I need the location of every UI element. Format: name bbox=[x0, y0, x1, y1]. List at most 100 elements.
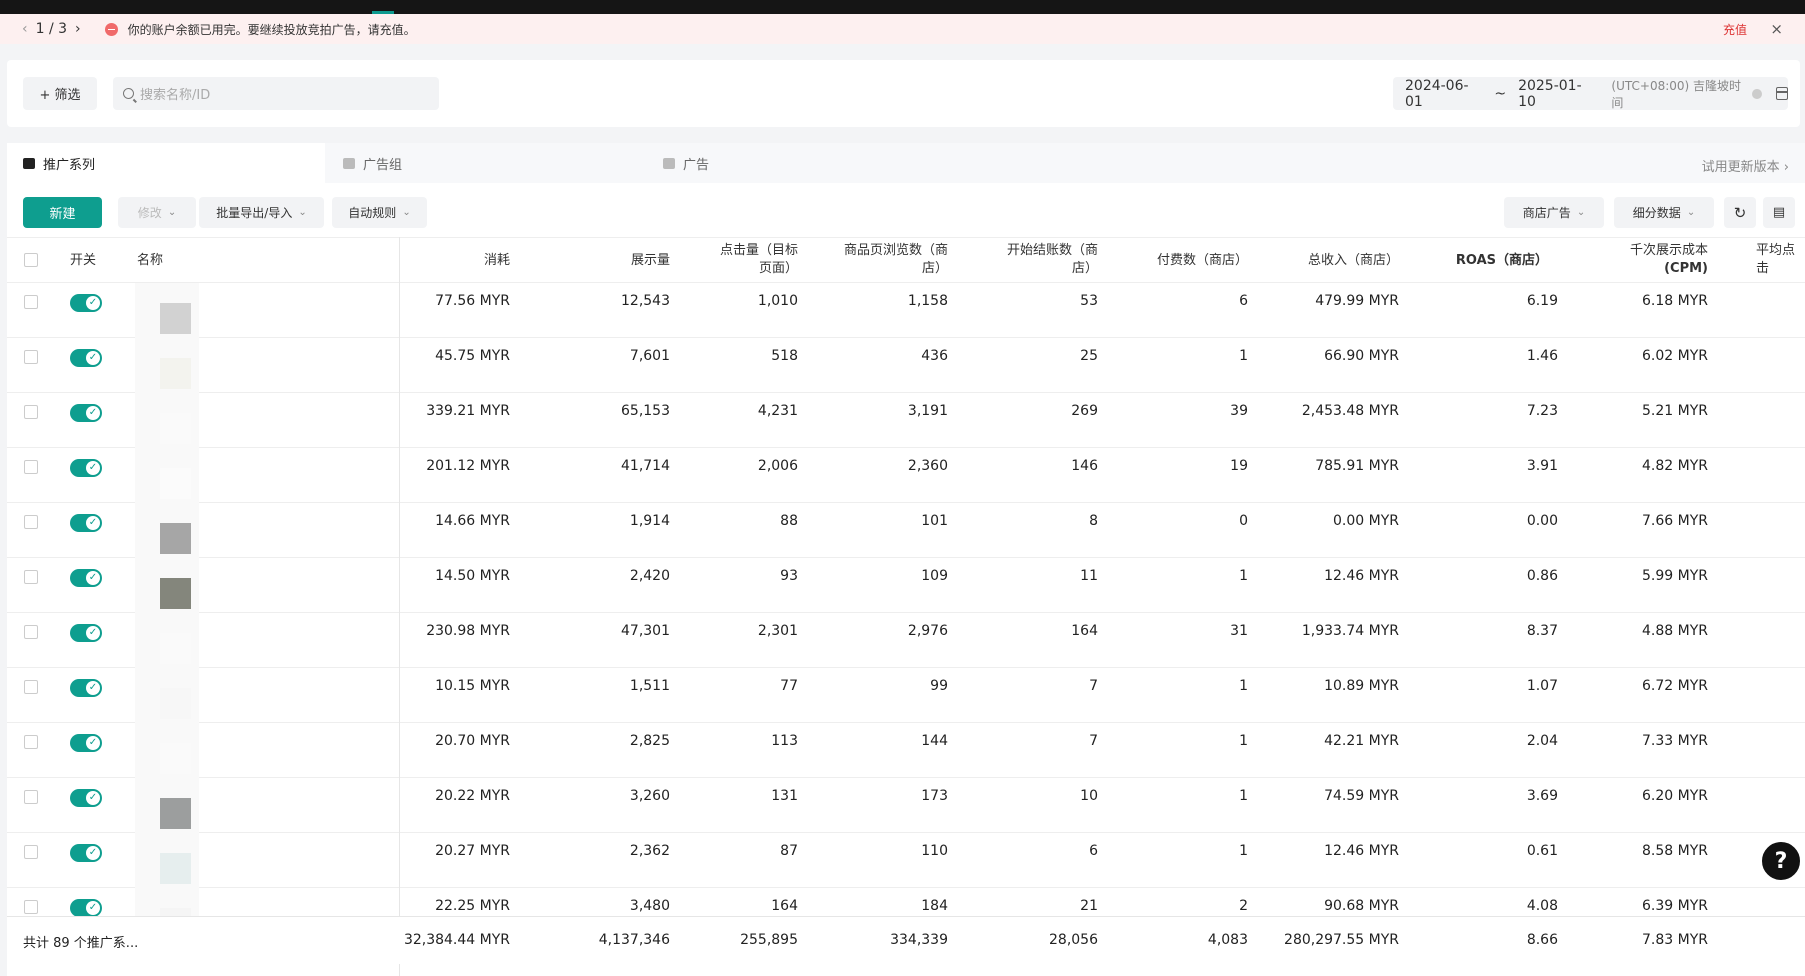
col-impressions[interactable]: 展示量 bbox=[567, 252, 670, 270]
row-checkbox[interactable] bbox=[24, 790, 38, 804]
table-row[interactable]: ✓ 77.56 MYR 12,543 1,010 1,158 53 6 479.99 MYR 6… bbox=[7, 283, 1805, 338]
tab-ads[interactable]: 广告 bbox=[647, 143, 709, 183]
table-row[interactable]: ✓ 14.66 MYR 1,914 88 101 8 0 0.00 MYR 0.00 7.66 M… bbox=[7, 503, 1805, 558]
chevron-left-icon[interactable]: ‹ bbox=[22, 21, 28, 37]
close-icon[interactable]: × bbox=[1770, 20, 1783, 38]
toggle-check-icon: ✓ bbox=[86, 296, 100, 310]
select-all-checkbox[interactable] bbox=[24, 253, 38, 267]
toggle-check-icon: ✓ bbox=[86, 406, 100, 420]
cell-cpm: 6.39 MYR bbox=[1642, 898, 1708, 914]
row-checkbox[interactable] bbox=[24, 460, 38, 474]
batch-export-import-button[interactable]: 批量导出/导入 ⌄ bbox=[199, 197, 324, 228]
help-icon[interactable]: ? bbox=[1759, 839, 1803, 883]
cell-pageviews: 99 bbox=[930, 678, 948, 694]
refresh-icon[interactable]: ↻ bbox=[1724, 197, 1756, 228]
campaign-toggle[interactable]: ✓ bbox=[70, 899, 102, 917]
cell-cpm: 5.99 MYR bbox=[1642, 568, 1708, 584]
cell-roas: 3.69 bbox=[1526, 788, 1558, 804]
tab-campaigns[interactable]: 推广系列 bbox=[7, 143, 325, 183]
cell-checkouts: 21 bbox=[1080, 898, 1098, 914]
campaign-toggle[interactable]: ✓ bbox=[70, 404, 102, 422]
tab-ad-groups[interactable]: 广告组 bbox=[327, 143, 402, 183]
start-date: 2024-06-01 bbox=[1405, 77, 1469, 110]
total-cpm: 7.83 MYR bbox=[1642, 932, 1708, 948]
campaign-toggle[interactable]: ✓ bbox=[70, 514, 102, 532]
campaign-toggle[interactable]: ✓ bbox=[70, 294, 102, 312]
date-range-picker[interactable]: 2024-06-01 ~ 2025-01-10 (UTC+08:00) 吉隆坡时… bbox=[1393, 77, 1788, 110]
auto-rules-button[interactable]: 自动规则 ⌄ bbox=[332, 197, 427, 228]
table-footer-totals: 共计 89 个推广系... 32,384.44 MYR 4,137,346 25… bbox=[7, 916, 1805, 964]
breakdown-select[interactable]: 细分数据 ⌄ bbox=[1614, 197, 1714, 228]
row-checkbox[interactable] bbox=[24, 570, 38, 584]
campaign-toggle[interactable]: ✓ bbox=[70, 459, 102, 477]
col-payments[interactable]: 付费数（商店） bbox=[1107, 252, 1248, 270]
row-checkbox[interactable] bbox=[24, 900, 38, 914]
try-new-version-link[interactable]: 试用更新版本 › bbox=[1702, 156, 1789, 175]
shop-ads-select[interactable]: 商店广告 ⌄ bbox=[1504, 197, 1604, 228]
row-checkbox[interactable] bbox=[24, 735, 38, 749]
tab-label: 广告组 bbox=[363, 157, 403, 173]
total-impressions: 4,137,346 bbox=[598, 932, 670, 948]
cell-spend: 20.70 MYR bbox=[435, 733, 510, 749]
row-checkbox[interactable] bbox=[24, 350, 38, 364]
info-icon[interactable] bbox=[1752, 88, 1762, 99]
cell-impressions: 1,511 bbox=[629, 678, 670, 694]
table-row[interactable]: ✓ 20.22 MYR 3,260 131 173 10 1 74.59 MYR 3.69 6.2… bbox=[7, 778, 1805, 833]
col-name[interactable]: 名称 bbox=[137, 252, 163, 270]
search-input[interactable]: 搜索名称/ID bbox=[113, 77, 439, 110]
tab-label: 广告 bbox=[683, 157, 710, 173]
recharge-link[interactable]: 充值 bbox=[1723, 21, 1747, 38]
col-spend[interactable]: 消耗 bbox=[407, 252, 510, 270]
row-checkbox[interactable] bbox=[24, 845, 38, 859]
table-row[interactable]: ✓ 14.50 MYR 2,420 93 109 11 1 12.46 MYR 0.86 5.99… bbox=[7, 558, 1805, 613]
chevron-right-icon[interactable]: › bbox=[75, 21, 81, 37]
table-row[interactable]: ✓ 20.27 MYR 2,362 87 110 6 1 12.46 MYR 0.61 8.58 … bbox=[7, 833, 1805, 888]
add-filter-button[interactable]: + 筛选 bbox=[23, 77, 97, 110]
col-cpm[interactable]: 千次展示成本 (CPM) bbox=[1567, 242, 1708, 278]
chevron-down-icon: ⌄ bbox=[1576, 207, 1586, 218]
row-checkbox[interactable] bbox=[24, 295, 38, 309]
col-revenue[interactable]: 总收入（商店） bbox=[1247, 252, 1399, 270]
toggle-check-icon: ✓ bbox=[86, 626, 100, 640]
campaign-toggle[interactable]: ✓ bbox=[70, 569, 102, 587]
edit-button[interactable]: 修改 ⌄ bbox=[118, 197, 196, 228]
campaign-toggle[interactable]: ✓ bbox=[70, 789, 102, 807]
table-row[interactable]: ✓ 10.15 MYR 1,511 77 99 7 1 10.89 MYR 1.07 6.72 M… bbox=[7, 668, 1805, 723]
total-pageviews: 334,339 bbox=[890, 932, 948, 948]
campaign-toggle[interactable]: ✓ bbox=[70, 844, 102, 862]
table-row[interactable]: ✓ 45.75 MYR 7,601 518 436 25 1 66.90 MYR 1.46 6.0… bbox=[7, 338, 1805, 393]
campaign-thumbnail bbox=[160, 358, 191, 389]
col-avg-click[interactable]: 平均点击 bbox=[1756, 242, 1805, 278]
col-checkouts[interactable]: 开始结账数（商 店） bbox=[957, 242, 1098, 278]
export-icon[interactable]: ▤ bbox=[1763, 197, 1795, 228]
cell-revenue: 479.99 MYR bbox=[1315, 293, 1399, 309]
table-row[interactable]: ✓ 339.21 MYR 65,153 4,231 3,191 269 39 2,453.48… bbox=[7, 393, 1805, 448]
campaign-toggle[interactable]: ✓ bbox=[70, 734, 102, 752]
table-row[interactable]: ✓ 230.98 MYR 47,301 2,301 2,976 164 31 1,933.74… bbox=[7, 613, 1805, 668]
campaign-toggle[interactable]: ✓ bbox=[70, 679, 102, 697]
row-checkbox[interactable] bbox=[24, 680, 38, 694]
col-roas[interactable]: ROAS（商店） bbox=[1437, 252, 1548, 270]
row-checkbox[interactable] bbox=[24, 625, 38, 639]
col-pageviews[interactable]: 商品页浏览数（商 店） bbox=[797, 242, 948, 278]
row-checkbox[interactable] bbox=[24, 515, 38, 529]
col-clicks[interactable]: 点击量（目标 页面） bbox=[667, 242, 798, 278]
calendar-icon[interactable] bbox=[1775, 87, 1788, 100]
cell-cpm: 5.21 MYR bbox=[1642, 403, 1708, 419]
cell-revenue: 74.59 MYR bbox=[1324, 788, 1399, 804]
row-checkbox[interactable] bbox=[24, 405, 38, 419]
table-row[interactable]: ✓ 201.12 MYR 41,714 2,006 2,360 146 19 785.91 M… bbox=[7, 448, 1805, 503]
cell-revenue: 0.00 MYR bbox=[1333, 513, 1399, 529]
cell-clicks: 88 bbox=[780, 513, 798, 529]
folder-icon bbox=[23, 157, 35, 169]
search-icon bbox=[123, 88, 134, 99]
new-button[interactable]: 新建 bbox=[23, 197, 102, 228]
table-row[interactable]: ✓ 20.70 MYR 2,825 113 144 7 1 42.21 MYR 2.04 7.33… bbox=[7, 723, 1805, 778]
cell-impressions: 2,362 bbox=[629, 843, 670, 859]
cell-impressions: 65,153 bbox=[621, 403, 670, 419]
folder-icon bbox=[663, 157, 675, 169]
cell-cpm: 6.02 MYR bbox=[1642, 348, 1708, 364]
cell-pageviews: 2,360 bbox=[907, 458, 948, 474]
campaign-toggle[interactable]: ✓ bbox=[70, 624, 102, 642]
campaign-toggle[interactable]: ✓ bbox=[70, 349, 102, 367]
